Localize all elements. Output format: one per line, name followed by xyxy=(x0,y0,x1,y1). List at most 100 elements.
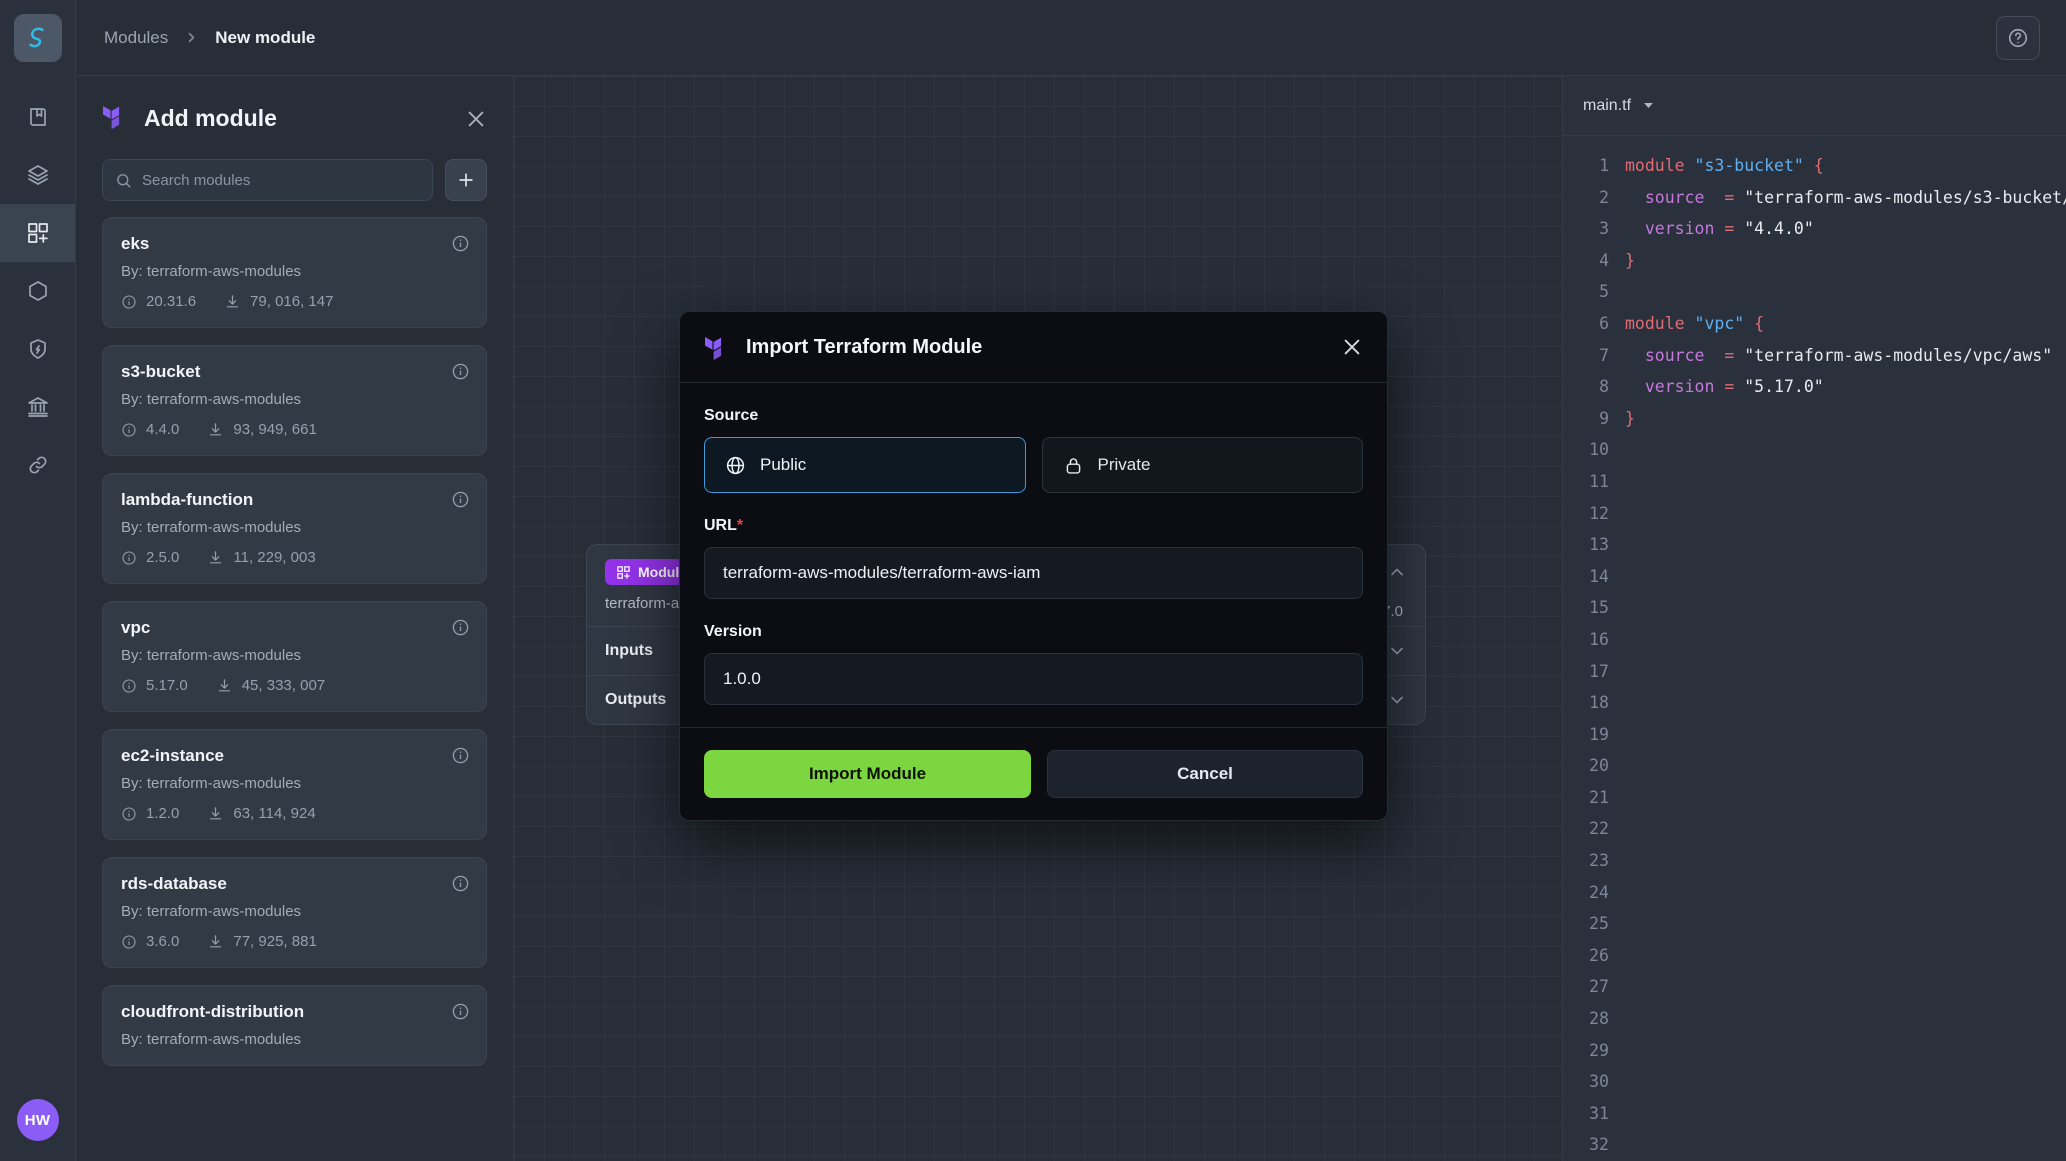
line-number: 20 xyxy=(1589,756,1609,776)
info-icon xyxy=(121,294,137,310)
sidebar-item-governance[interactable] xyxy=(0,378,75,436)
line-number: 12 xyxy=(1589,503,1609,523)
info-icon xyxy=(121,422,137,438)
module-card[interactable]: eks By: terraform-aws-modules 20.31.6 79, 0… xyxy=(102,217,487,328)
sidebar-item-stacks[interactable] xyxy=(0,146,75,204)
module-downloads: 11, 229, 003 xyxy=(233,549,316,566)
module-card[interactable]: s3-bucket By: terraform-aws-modules 4.4.0 9… xyxy=(102,345,487,456)
breadcrumb-modules[interactable]: Modules xyxy=(104,28,168,48)
info-icon xyxy=(121,550,137,566)
sidebar-item-connections[interactable] xyxy=(0,436,75,494)
download-icon xyxy=(224,293,241,310)
code-token: "vpc" xyxy=(1694,313,1745,333)
sidebar-item-resources[interactable] xyxy=(0,262,75,320)
module-author: By: terraform-aws-modules xyxy=(121,775,302,792)
download-icon xyxy=(207,549,224,566)
info-icon[interactable] xyxy=(451,1002,470,1021)
code-token: "terraform-aws-modules/vpc/aws" xyxy=(1744,345,2053,365)
module-card[interactable]: cloudfront-distribution By: terraform-aws… xyxy=(102,985,487,1066)
module-author: By: terraform-aws-modules xyxy=(121,263,302,280)
source-option-public-label: Public xyxy=(760,455,807,474)
sidebar-item-modules[interactable] xyxy=(0,204,75,262)
page-title: Add module xyxy=(144,105,277,131)
module-name: lambda-function xyxy=(121,490,254,509)
question-circle-icon[interactable] xyxy=(1996,15,2040,60)
module-name: cloudfront-distribution xyxy=(121,1002,305,1021)
code-line: 31 xyxy=(1563,1098,2066,1130)
code-text: } xyxy=(1625,403,1635,435)
code-token: { xyxy=(1744,313,1765,333)
download-icon xyxy=(207,933,224,950)
chevron-down-icon[interactable] xyxy=(1641,98,1656,113)
left-icon-rail: HW xyxy=(0,0,76,1161)
info-icon[interactable] xyxy=(451,362,470,381)
node-row-inputs-label: Inputs xyxy=(605,642,653,659)
line-number: 6 xyxy=(1599,313,1609,333)
source-option-private[interactable]: Private xyxy=(1041,437,1363,493)
info-icon[interactable] xyxy=(451,234,470,253)
avatar[interactable]: HW xyxy=(16,1099,59,1141)
search-box[interactable] xyxy=(102,159,433,201)
code-line: 13 xyxy=(1563,529,2066,561)
module-card-meta: 5.17.0 45, 333, 007 xyxy=(121,677,468,694)
code-line: 32 xyxy=(1563,1129,2066,1161)
code-line: 16 xyxy=(1563,624,2066,656)
line-number: 14 xyxy=(1589,566,1609,586)
line-number: 13 xyxy=(1589,535,1609,555)
source-segmented-control: Public Private xyxy=(704,437,1363,493)
line-number: 17 xyxy=(1589,661,1609,681)
tab-main-tf[interactable]: main.tf xyxy=(1583,97,1631,115)
code-token: "s3-bucket" xyxy=(1694,156,1804,175)
line-number: 22 xyxy=(1589,819,1609,839)
close-icon[interactable] xyxy=(465,108,487,130)
line-number: 32 xyxy=(1589,1135,1609,1155)
panel-search-row xyxy=(76,139,513,217)
url-field-group: URL* xyxy=(704,517,1363,599)
import-module-button[interactable]: Import Module xyxy=(704,750,1031,798)
info-icon[interactable] xyxy=(451,874,470,893)
module-list[interactable]: eks By: terraform-aws-modules 20.31.6 79, 0… xyxy=(76,217,513,1161)
version-label: Version xyxy=(704,623,762,640)
sidebar-item-docs[interactable] xyxy=(0,88,75,146)
code-token: source xyxy=(1625,187,1715,207)
code-line: 30 xyxy=(1563,1066,2066,1098)
code-area[interactable]: 1 module "s3-bucket" {2 source = "terrafo… xyxy=(1563,136,2066,1161)
chevron-down-icon[interactable] xyxy=(1387,690,1407,710)
module-name: s3-bucket xyxy=(121,362,201,381)
code-line: 6 module "vpc" { xyxy=(1563,308,2066,340)
line-number: 31 xyxy=(1589,1103,1609,1123)
source-option-public[interactable]: Public xyxy=(704,437,1026,493)
info-icon[interactable] xyxy=(451,746,470,765)
line-number: 10 xyxy=(1589,440,1609,460)
sidebar-item-security[interactable] xyxy=(0,320,75,378)
code-token: "terraform-aws-modules/s3-bucket/aws" xyxy=(1744,187,2066,207)
module-card[interactable]: rds-database By: terraform-aws-modules 3.6… xyxy=(102,857,487,968)
grid-plus-icon xyxy=(26,221,50,245)
close-icon[interactable] xyxy=(1341,336,1363,358)
code-line: 1 module "s3-bucket" { xyxy=(1563,150,2066,182)
cancel-button[interactable]: Cancel xyxy=(1047,750,1363,798)
chevron-down-icon[interactable] xyxy=(1387,641,1407,661)
info-icon xyxy=(121,934,137,950)
info-icon[interactable] xyxy=(451,490,470,509)
line-number: 15 xyxy=(1589,598,1609,618)
chevron-up-icon[interactable] xyxy=(1387,562,1407,582)
version-field-group: Version xyxy=(704,623,1363,705)
line-number: 9 xyxy=(1599,408,1609,428)
module-card[interactable]: ec2-instance By: terraform-aws-modules 1.2… xyxy=(102,729,487,840)
module-downloads: 79, 016, 147 xyxy=(250,293,334,310)
code-line: 8 version = "5.17.0" xyxy=(1563,371,2066,403)
search-input[interactable] xyxy=(142,171,420,189)
app-logo-icon[interactable] xyxy=(13,14,62,62)
module-card[interactable]: lambda-function By: terraform-aws-modules… xyxy=(102,473,487,584)
code-line: 20 xyxy=(1563,750,2066,782)
code-token: = xyxy=(1714,219,1745,239)
module-card[interactable]: vpc By: terraform-aws-modules 5.17.0 45, 33… xyxy=(102,601,487,712)
version-input[interactable] xyxy=(704,653,1363,705)
url-input[interactable] xyxy=(704,547,1363,599)
info-icon[interactable] xyxy=(451,618,470,637)
module-author: By: terraform-aws-modules xyxy=(121,391,302,408)
module-downloads: 63, 114, 924 xyxy=(233,805,316,822)
code-line: 27 xyxy=(1563,971,2066,1003)
plus-icon[interactable] xyxy=(445,159,487,201)
